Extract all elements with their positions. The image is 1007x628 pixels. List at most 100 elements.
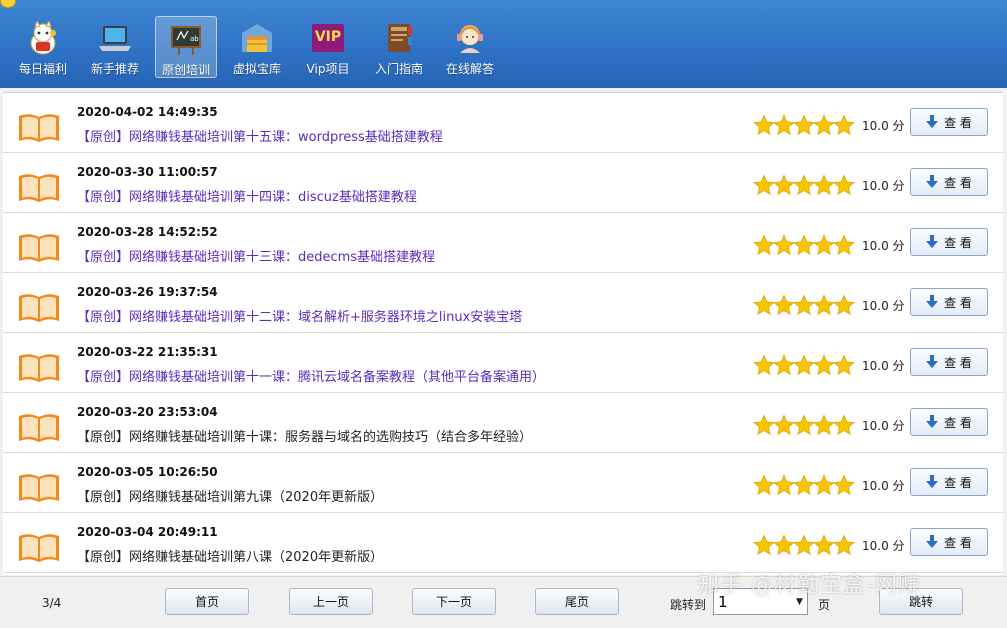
star-icon: [793, 234, 815, 256]
view-button-label: 查 看: [944, 355, 972, 370]
view-button[interactable]: 查 看: [910, 468, 988, 496]
list-item: 2020-03-30 11:00:57 【原创】网络赚钱基础培训第十四课：disc…: [3, 153, 1003, 213]
watermark-text: 知乎 @材勤宝盒-网赚: [697, 573, 921, 598]
item-date: 2020-04-02 14:49:35: [77, 105, 218, 119]
toolbar-item-label: 每日福利: [18, 62, 67, 76]
book-icon: [17, 232, 61, 264]
toolbar-item-5[interactable]: VIP Vip项目: [297, 16, 359, 78]
toolbar-item-label: 原创培训: [161, 63, 210, 77]
blackboard-icon: ab: [168, 22, 204, 56]
download-arrow-icon: [926, 175, 944, 189]
download-arrow-icon: [926, 415, 944, 429]
item-title-link[interactable]: 【原创】网络赚钱基础培训第九课（2020年更新版）: [77, 486, 383, 505]
last-page-button[interactable]: 尾页: [535, 588, 619, 615]
star-icon: [833, 534, 855, 556]
star-icon: [833, 294, 855, 316]
toolbar-item-3[interactable]: ab 原创培训: [155, 16, 217, 78]
star-icon: [813, 174, 835, 196]
rating-stars: [753, 234, 855, 256]
toolbar-item-7[interactable]: 在线解答: [439, 16, 501, 78]
star-icon: [753, 114, 775, 136]
view-button[interactable]: 查 看: [910, 228, 988, 256]
star-icon: [773, 294, 795, 316]
vip-icon: VIP: [310, 21, 346, 55]
next-page-button[interactable]: 下一页: [412, 588, 496, 615]
item-date: 2020-03-30 11:00:57: [77, 165, 218, 179]
star-icon: [793, 114, 815, 136]
star-icon: [813, 354, 835, 376]
item-score: 10.0 分: [862, 299, 905, 313]
star-icon: [793, 354, 815, 376]
book-icon: [17, 292, 61, 324]
download-arrow-icon: [926, 355, 944, 369]
view-button[interactable]: 查 看: [910, 348, 988, 376]
item-score: 10.0 分: [862, 539, 905, 553]
star-icon: [833, 234, 855, 256]
lucky-cat-icon: [25, 19, 61, 55]
star-icon: [813, 294, 835, 316]
toolbar-item-4[interactable]: 虚拟宝库: [226, 16, 288, 78]
star-icon: [773, 114, 795, 136]
item-title-link[interactable]: 【原创】网络赚钱基础培训第八课（2020年更新版）: [77, 546, 383, 565]
star-icon: [753, 354, 775, 376]
star-icon: [753, 534, 775, 556]
view-button[interactable]: 查 看: [910, 108, 988, 136]
item-score: 10.0 分: [862, 119, 905, 133]
star-icon: [773, 354, 795, 376]
toolbar-item-label: 新手推荐: [90, 62, 139, 76]
download-arrow-icon: [926, 235, 944, 249]
star-icon: [833, 114, 855, 136]
star-icon: [793, 294, 815, 316]
support-agent-icon: [452, 21, 488, 55]
guide-book-icon: [381, 21, 417, 55]
toolbar-item-6[interactable]: 入门指南: [368, 16, 430, 78]
list-item: 2020-04-02 14:49:35 【原创】网络赚钱基础培训第十五课：word…: [3, 93, 1003, 153]
toolbar-item-2[interactable]: 新手推荐: [84, 16, 146, 78]
item-title-link[interactable]: 【原创】网络赚钱基础培训第十一课：腾讯云域名备案教程（其他平台备案通用）: [77, 366, 545, 385]
item-title-link[interactable]: 【原创】网络赚钱基础培训第十五课：wordpress基础搭建教程: [77, 126, 443, 145]
rating-stars: [753, 474, 855, 496]
list-item: 2020-03-26 19:37:54 【原创】网络赚钱基础培训第十二课：域名解析…: [3, 273, 1003, 333]
star-icon: [793, 414, 815, 436]
app-logo-icon: [0, 0, 16, 8]
view-button-label: 查 看: [944, 235, 972, 250]
star-icon: [753, 414, 775, 436]
view-button[interactable]: 查 看: [910, 168, 988, 196]
book-icon: [17, 172, 61, 204]
star-icon: [773, 534, 795, 556]
star-icon: [753, 474, 775, 496]
rating-stars: [753, 114, 855, 136]
page-indicator: 3/4: [42, 596, 62, 610]
first-page-button[interactable]: 首页: [165, 588, 249, 615]
star-icon: [833, 174, 855, 196]
star-icon: [833, 354, 855, 376]
view-button[interactable]: 查 看: [910, 528, 988, 556]
item-title-link[interactable]: 【原创】网络赚钱基础培训第十二课：域名解析+服务器环境之linux安装宝塔: [77, 306, 522, 325]
view-button[interactable]: 查 看: [910, 408, 988, 436]
toolbar-item-1[interactable]: 每日福利: [12, 16, 74, 78]
rating-stars: [753, 534, 855, 556]
star-icon: [793, 534, 815, 556]
item-title-link[interactable]: 【原创】网络赚钱基础培训第十课：服务器与域名的选购技巧（结合多年经验）: [77, 426, 532, 445]
item-date: 2020-03-05 10:26:50: [77, 465, 218, 479]
star-icon: [813, 114, 835, 136]
prev-page-button[interactable]: 上一页: [289, 588, 373, 615]
book-icon: [17, 532, 61, 564]
vip-icon-text: VIP: [314, 29, 342, 45]
view-button[interactable]: 查 看: [910, 288, 988, 316]
view-button-label: 查 看: [944, 295, 972, 310]
rating-stars: [753, 414, 855, 436]
star-icon: [813, 414, 835, 436]
course-list: 2020-04-02 14:49:35 【原创】网络赚钱基础培训第十五课：word…: [3, 92, 1003, 575]
view-button-label: 查 看: [944, 415, 972, 430]
star-icon: [773, 474, 795, 496]
item-date: 2020-03-28 14:52:52: [77, 225, 218, 239]
list-item: 2020-03-04 20:49:11 【原创】网络赚钱基础培训第八课（2020年…: [3, 513, 1003, 573]
list-item: 2020-03-28 14:52:52 【原创】网络赚钱基础培训第十三课：dede…: [3, 213, 1003, 273]
book-icon: [17, 112, 61, 144]
item-title-link[interactable]: 【原创】网络赚钱基础培训第十三课：dedecms基础搭建教程: [77, 246, 435, 265]
laptop-icon: [97, 21, 133, 55]
item-title-link[interactable]: 【原创】网络赚钱基础培训第十四课：discuz基础搭建教程: [77, 186, 417, 205]
view-button-label: 查 看: [944, 115, 972, 130]
list-item: 2020-03-05 10:26:50 【原创】网络赚钱基础培训第九课（2020年…: [3, 453, 1003, 513]
